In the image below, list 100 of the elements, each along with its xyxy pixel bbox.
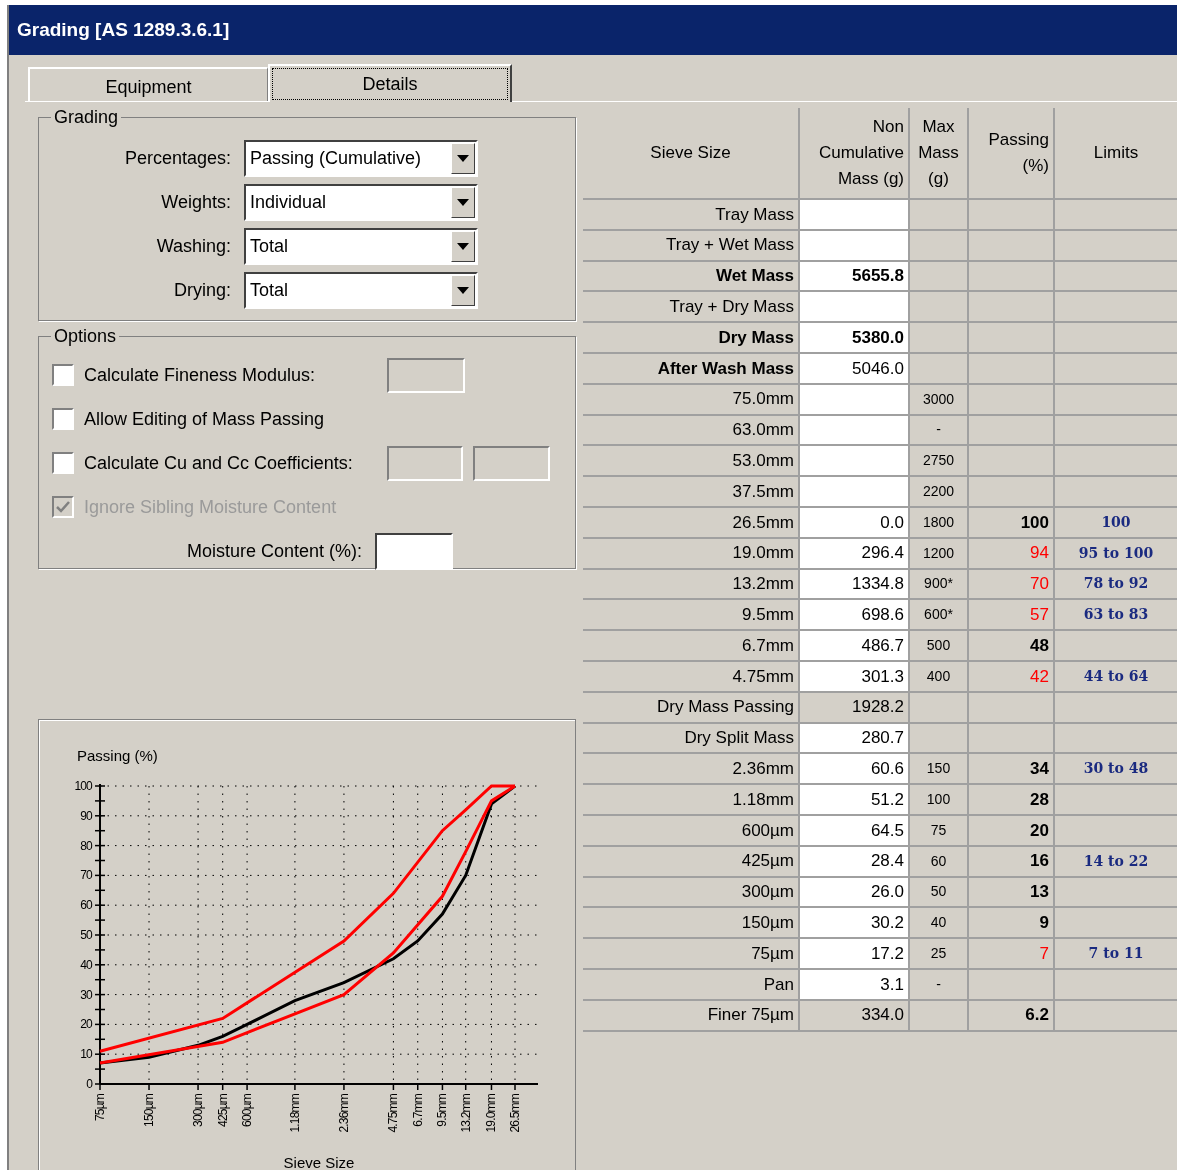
checkbox-label: Allow Editing of Mass Passing [84,407,325,431]
table-cell-text: 7 [1039,942,1049,965]
table-cell-text: 2.36mm [732,758,794,780]
table-cell-text: 9 [1039,911,1049,934]
axis-tick-label: 2.36mm [336,1094,351,1133]
table-cell-text: 53.0mm [732,450,794,472]
column-header: Sieve Size [650,142,731,164]
table-cell-text: Tray + Wet Mass [666,234,794,257]
table-cell-text: Wet Mass [715,265,794,288]
table-cell-text: 1800 [922,512,955,532]
axis-tick-label: 100 [74,779,92,793]
table-cell-text: 900* [924,574,953,594]
axis-tick-label: 70 [80,868,92,883]
axis-tick-label: 19.0mm [484,1094,499,1133]
table-cell-text: 20 [1030,819,1049,842]
axis-tick-label: 600µm [240,1094,255,1127]
table-cell-text: 94 [1030,542,1049,565]
column-header: Limits [1093,142,1139,164]
table-cell-text: 6.2 [1025,1004,1049,1027]
axis-tick-label: 30 [80,987,92,1002]
table-cell-text: Finer 75µm [707,1004,794,1027]
axis-tick-label: 4.75mm [386,1094,401,1133]
axis-tick-label: 425µm [215,1094,230,1127]
table-cell-text: 13 [1030,881,1049,904]
table-cell-text: Dry Mass Passing [657,696,794,719]
table-cell-text: After Wash Mass [657,357,794,380]
table-cell-text: 28 [1030,788,1049,811]
table-cell-text: 600µm [741,819,794,842]
axis-tick-label: 20 [80,1017,92,1032]
axis-title: Passing (%) [77,747,158,764]
table-cell-text: 42 [1030,665,1049,688]
table-cell-text: 2200 [922,482,955,502]
column-header: Passing (%) [987,129,1049,177]
axis-tick-label: 60 [80,898,92,913]
table-cell-text: 4.75mm [732,665,794,688]
axis-tick-label: 26.5mm [508,1094,522,1133]
table-cell-text: Pan [763,973,794,996]
group-title: Grading [51,107,122,127]
table-cell-text: 34 [1030,758,1049,780]
table-cell-text: 50 [930,882,947,902]
table-cell-text: - [936,974,941,994]
table-cell-text: - [936,420,941,440]
table-cell-text: 57 [1030,604,1049,626]
column-header: Max Mass (g) [917,116,960,190]
field-label: Percentages: [123,146,232,170]
table-cell-text: 63 to 83 [1083,605,1149,625]
column-header: Non Cumulative Mass (g) [817,116,904,190]
table-cell-text: Dry Mass [718,326,794,349]
table-cell-text: 6.7mm [742,634,794,657]
table-cell-text: 70 [1030,573,1049,596]
checkbox-label: Ignore Sibling Moisture Content [84,495,337,519]
checkbox-label: Calculate Cu and Cc Coefficients: [84,451,354,475]
field-label: Weights: [160,190,232,214]
group-title: Options [51,326,120,346]
table-cell-text: 19.0mm [732,542,794,565]
table-cell-text: 3000 [922,389,955,409]
table-cell-text: Tray Mass [715,203,794,226]
axis-tick-label: 50 [80,928,92,942]
table-cell-text: 25 [930,944,947,963]
table-cell-text: 100 [1020,511,1049,534]
axis-tick-label: 13.2mm [458,1094,473,1133]
table-cell-text: 75.0mm [732,388,794,411]
table-cell-text: 44 to 64 [1083,666,1149,686]
axis-tick-label: 90 [80,808,92,823]
axis-tick-label: 40 [80,957,92,972]
table-cell-text: 500 [926,636,951,656]
table-cell-text: 30 to 48 [1083,759,1149,779]
axis-tick-label: 10 [80,1047,92,1062]
axis-tick-label: 1.18mm [287,1094,302,1133]
table-cell-text: 2750 [922,451,955,471]
table-cell-text: 7 to 11 [1088,944,1144,963]
axis-tick-label: 75µm [93,1094,107,1122]
axis-title: Sieve Size [283,1154,355,1170]
table-cell-text: 37.5mm [732,480,794,503]
table-cell-text: 95 to 100 [1078,543,1154,563]
field-label: Moisture Content (%): [185,539,363,563]
table-cell-text: 300µm [741,881,794,904]
table-cell-text: Tray + Dry Mass [669,296,794,319]
table-cell-text: 400 [926,666,951,686]
table-cell-text: 78 to 92 [1083,574,1149,594]
table-cell-text: 26.5mm [732,511,794,534]
table-cell-text: 100 [1101,512,1131,532]
field-label: Drying: [173,278,232,302]
table-cell-text: 14 to 22 [1083,851,1149,871]
checkbox-label: Calculate Fineness Modulus: [84,363,317,387]
axis-tick-label: 150µm [142,1094,157,1127]
table-cell-text: 150 [926,759,951,779]
table-cell-text: 1.18mm [732,788,794,811]
axis-tick-label: 0 [86,1077,92,1091]
window-title: Grading [AS 1289.3.6.1] [17,17,230,42]
table-cell-text: 48 [1030,634,1049,657]
table-cell-text: 600* [924,605,953,625]
table-cell-text: 63.0mm [732,419,794,442]
axis-tick-label: 300µm [191,1094,206,1127]
table-cell-text: 425µm [741,850,794,873]
table-cell-text: 100 [926,790,951,810]
table-cell-text: 150µm [741,911,794,934]
table-cell-text: 75 [930,820,947,840]
table-cell-text: 13.2mm [732,573,794,596]
axis-tick-label: 9.5mm [435,1094,450,1127]
